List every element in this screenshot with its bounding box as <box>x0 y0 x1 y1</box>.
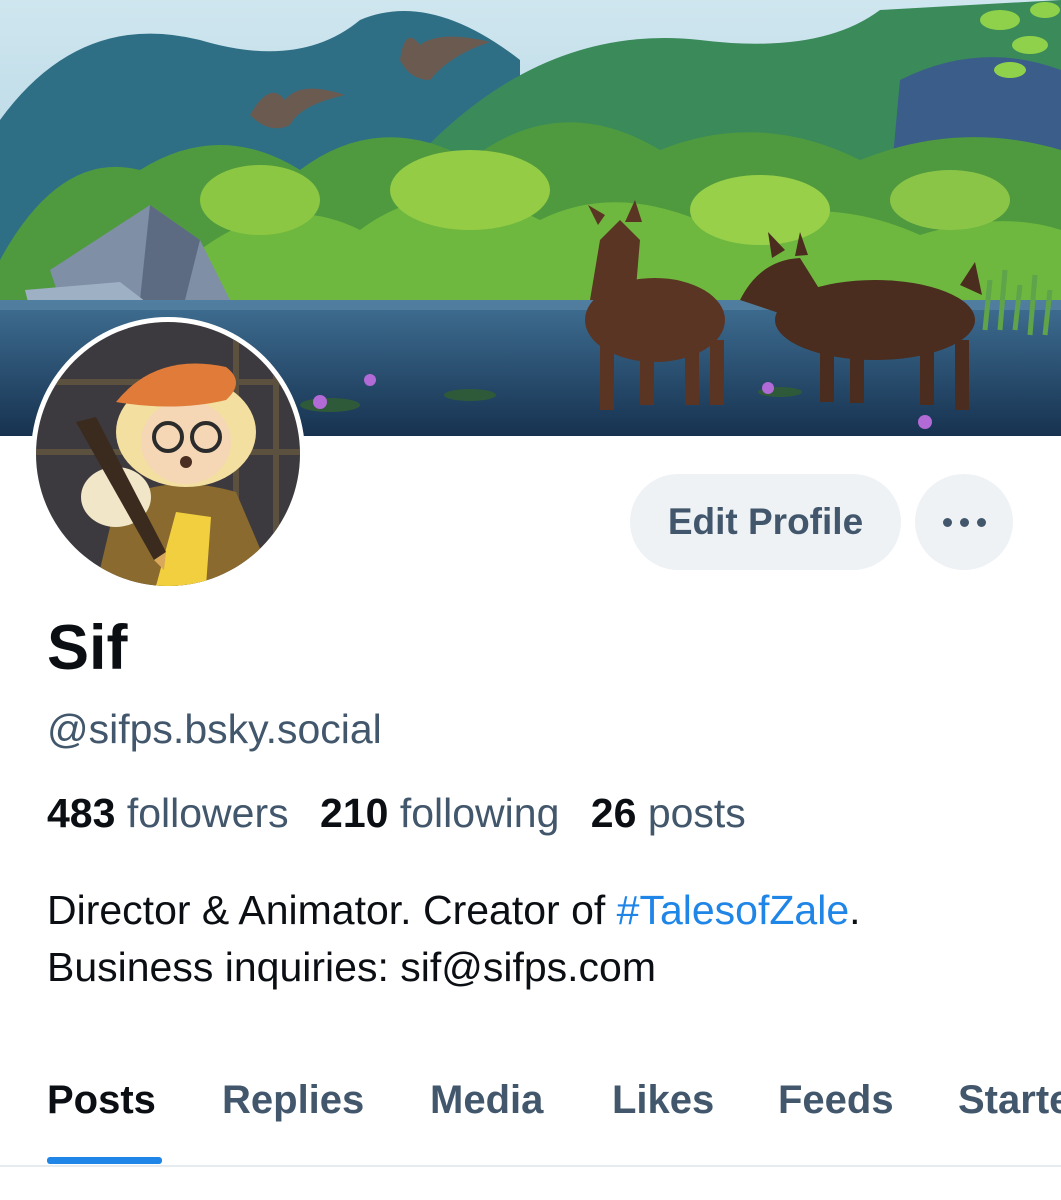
tab-starter-packs[interactable]: Starter Packs <box>958 1078 1061 1123</box>
bio-line-1: Director & Animator. Creator of #Talesof… <box>47 882 861 939</box>
bio-line-2: Business inquiries: sif@sifps.com <box>47 943 656 990</box>
edit-profile-button[interactable]: Edit Profile <box>630 474 901 570</box>
followers-link[interactable]: 483 followers <box>47 790 289 836</box>
tabs-divider <box>0 1165 1061 1167</box>
tab-media[interactable]: Media <box>430 1078 543 1123</box>
avatar-image <box>36 322 300 586</box>
more-options-button[interactable] <box>915 474 1013 570</box>
avatar[interactable] <box>31 317 305 591</box>
tab-feeds[interactable]: Feeds <box>778 1078 894 1123</box>
active-tab-indicator <box>47 1157 162 1164</box>
edit-profile-label: Edit Profile <box>667 501 864 542</box>
posts-label: posts <box>647 790 746 836</box>
bio-hashtag-link[interactable]: #TalesofZale <box>617 887 849 933</box>
posts-count: 26 <box>590 790 637 836</box>
following-link[interactable]: 210 following <box>320 790 559 836</box>
bio-text-end: . <box>849 887 861 933</box>
following-label: following <box>399 790 560 836</box>
avatar-illustration <box>36 322 300 586</box>
display-name: Sif <box>47 613 128 683</box>
tab-likes[interactable]: Likes <box>612 1078 714 1123</box>
profile-page: Edit Profile Sif @sifps.bsky.social 483 … <box>0 0 1061 1200</box>
profile-stats: 483 followers 210 following 26 posts <box>47 789 766 838</box>
profile-handle: @sifps.bsky.social <box>47 706 382 752</box>
bio-text: Director & Animator. Creator of <box>47 887 617 933</box>
profile-tabs: Posts Replies Media Likes Feeds Starter … <box>0 1060 1061 1168</box>
profile-bio: Director & Animator. Creator of #Talesof… <box>47 882 861 995</box>
followers-count: 483 <box>47 790 116 836</box>
posts-stat: 26 posts <box>591 790 746 836</box>
ellipsis-icon <box>942 517 986 527</box>
followers-label: followers <box>126 790 289 836</box>
following-count: 210 <box>320 790 389 836</box>
tab-replies[interactable]: Replies <box>222 1078 364 1123</box>
tab-posts[interactable]: Posts <box>47 1078 156 1123</box>
